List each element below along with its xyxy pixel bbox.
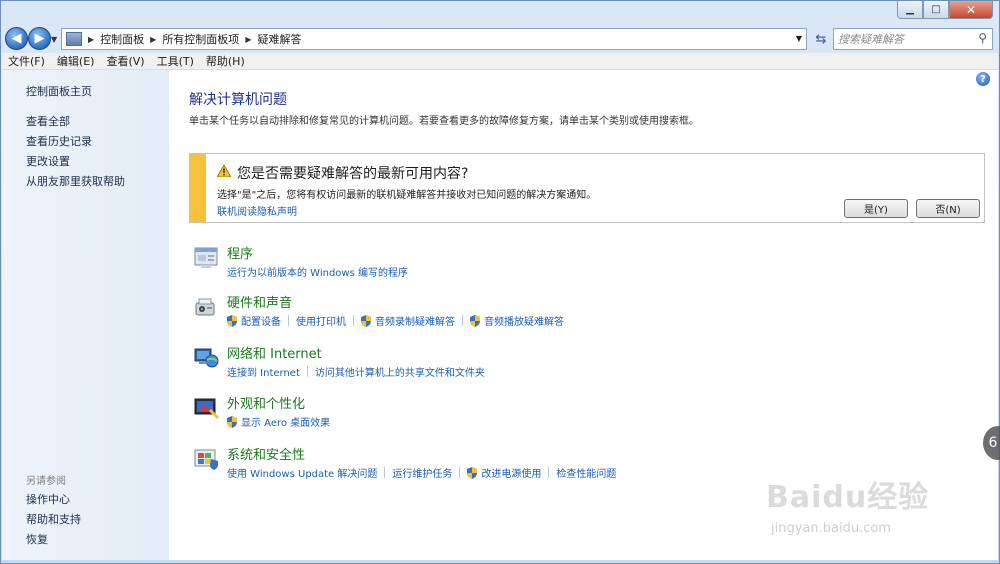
control-panel-icon bbox=[66, 32, 82, 46]
arrow-left-icon: ◀ bbox=[11, 31, 22, 46]
sidebar-link-recovery[interactable]: 恢复 bbox=[26, 531, 48, 547]
yes-button[interactable]: 是(Y) bbox=[844, 199, 908, 218]
link-connect-to-internet[interactable]: 连接到 Internet bbox=[227, 364, 300, 379]
back-button[interactable]: ◀ bbox=[5, 27, 28, 50]
sidebar-link-get-help-from-friend[interactable]: 从朋友那里获取帮助 bbox=[26, 173, 125, 189]
uac-shield-icon bbox=[470, 314, 480, 327]
category-title[interactable]: 外观和个性化 bbox=[227, 393, 305, 412]
sidebar-link-view-history[interactable]: 查看历史记录 bbox=[26, 133, 92, 149]
link-audio-playback-troubleshooter[interactable]: 音频播放疑难解答 bbox=[484, 313, 564, 328]
category-links: 显示 Aero 桌面效果 bbox=[227, 414, 330, 429]
uac-shield-icon bbox=[361, 314, 371, 327]
chevron-down-icon[interactable]: ▼ bbox=[796, 34, 802, 43]
chevron-right-icon[interactable]: ▶ bbox=[150, 35, 156, 44]
programs-icon bbox=[194, 247, 218, 268]
sidebar-link-view-all[interactable]: 查看全部 bbox=[26, 113, 70, 129]
link-separator bbox=[306, 366, 308, 377]
system-security-icon bbox=[194, 449, 218, 470]
link-separator bbox=[353, 315, 354, 326]
explorer-window: ▁ □ ✕ ◀ ▶ ▼ ▶ 控制面板 ▶ 所有控制面板项 ▶ 疑难解答 ▼ ⇆ … bbox=[0, 0, 1000, 564]
sidebar: 控制面板主页 查看全部 查看历史记录 更改设置 从朋友那里获取帮助 另请参阅 操… bbox=[2, 70, 169, 560]
breadcrumb-all-items[interactable]: 所有控制面板项 bbox=[162, 31, 239, 47]
category-links: 使用 Windows Update 解决问题 运行维护任务 改进电源使用 检查性… bbox=[227, 465, 616, 480]
uac-shield-icon bbox=[467, 466, 478, 479]
caption-buttons: ▁ □ ✕ bbox=[897, 1, 993, 19]
link-separator bbox=[462, 315, 463, 326]
no-button[interactable]: 否(N) bbox=[916, 199, 980, 218]
notice-accent-bar bbox=[190, 154, 206, 222]
watermark-url: jingyan.baidu.com bbox=[771, 521, 891, 536]
hardware-sound-icon bbox=[195, 298, 215, 316]
update-notice: 您是否需要疑难解答的最新可用内容? 选择"是"之后，您将有权访问最新的联机疑难解… bbox=[189, 153, 985, 223]
sidebar-link-help-support[interactable]: 帮助和支持 bbox=[26, 511, 81, 527]
page-title: 解决计算机问题 bbox=[189, 92, 287, 108]
menu-bar: 文件(F) 编辑(E) 查看(V) 工具(T) 帮助(H) bbox=[2, 53, 998, 70]
link-separator bbox=[384, 467, 386, 478]
breadcrumb-control-panel[interactable]: 控制面板 bbox=[100, 31, 144, 47]
address-bar[interactable]: ▶ 控制面板 ▶ 所有控制面板项 ▶ 疑难解答 ▼ bbox=[61, 28, 807, 50]
category-links: 连接到 Internet 访问其他计算机上的共享文件和文件夹 bbox=[227, 364, 485, 379]
chevron-right-icon: ▶ bbox=[88, 34, 95, 44]
link-run-older-programs[interactable]: 运行为以前版本的 Windows 编写的程序 bbox=[227, 264, 408, 279]
privacy-statement-link[interactable]: 联机阅读隐私声明 bbox=[217, 203, 297, 218]
link-access-shared-files[interactable]: 访问其他计算机上的共享文件和文件夹 bbox=[315, 364, 485, 379]
sidebar-link-action-center[interactable]: 操作中心 bbox=[26, 491, 70, 507]
category-title[interactable]: 程序 bbox=[227, 243, 253, 262]
sidebar-link-change-settings[interactable]: 更改设置 bbox=[26, 153, 70, 169]
watermark-logo: Baidu经验 bbox=[766, 480, 930, 515]
minimize-button[interactable]: ▁ bbox=[897, 1, 923, 19]
category-links: 运行为以前版本的 Windows 编写的程序 bbox=[227, 264, 408, 279]
category-title[interactable]: 网络和 Internet bbox=[227, 343, 322, 362]
baidu-watermark: Baidu经验 jingyan.baidu.com bbox=[766, 466, 996, 551]
navigation-bar: ◀ ▶ ▼ ▶ 控制面板 ▶ 所有控制面板项 ▶ 疑难解答 ▼ ⇆ 搜索疑难解答… bbox=[1, 25, 999, 53]
menu-help[interactable]: 帮助(H) bbox=[206, 53, 245, 69]
breadcrumb-troubleshooting[interactable]: 疑难解答 bbox=[257, 31, 301, 47]
menu-edit[interactable]: 编辑(E) bbox=[57, 53, 95, 69]
search-icon[interactable]: ⚲ bbox=[978, 31, 987, 45]
notice-text: 选择"是"之后，您将有权访问最新的联机疑难解答并接收对已知问题的解决方案通知。 bbox=[217, 190, 597, 201]
refresh-icon: ⇆ bbox=[815, 31, 827, 47]
category-title[interactable]: 硬件和声音 bbox=[227, 292, 292, 311]
category-title[interactable]: 系统和安全性 bbox=[227, 444, 305, 463]
link-windows-update-troubleshoot[interactable]: 使用 Windows Update 解决问题 bbox=[227, 465, 377, 480]
chevron-right-icon[interactable]: ▶ bbox=[245, 35, 251, 44]
menu-view[interactable]: 查看(V) bbox=[106, 53, 144, 69]
link-audio-recording-troubleshooter[interactable]: 音频录制疑难解答 bbox=[375, 313, 455, 328]
refresh-button[interactable]: ⇆ bbox=[811, 28, 831, 50]
see-also-heading: 另请参阅 bbox=[26, 476, 66, 487]
search-placeholder: 搜索疑难解答 bbox=[838, 33, 904, 46]
category-links: 配置设备 使用打印机 音频录制疑难解答 音频播放疑难解答 bbox=[227, 313, 564, 328]
recent-pages-dropdown[interactable]: ▼ bbox=[51, 35, 57, 44]
link-separator bbox=[548, 467, 550, 478]
uac-shield-icon bbox=[227, 415, 237, 428]
link-separator bbox=[459, 467, 461, 478]
network-icon bbox=[194, 348, 219, 368]
link-configure-device[interactable]: 配置设备 bbox=[241, 313, 281, 328]
notice-title: 您是否需要疑难解答的最新可用内容? bbox=[237, 166, 469, 182]
link-improve-power-usage[interactable]: 改进电源使用 bbox=[481, 465, 541, 480]
uac-shield-icon bbox=[227, 314, 237, 327]
menu-file[interactable]: 文件(F) bbox=[8, 53, 45, 69]
link-use-printer[interactable]: 使用打印机 bbox=[296, 313, 346, 328]
forward-button[interactable]: ▶ bbox=[28, 27, 51, 50]
warning-icon bbox=[217, 165, 231, 177]
arrow-right-icon: ▶ bbox=[34, 31, 45, 46]
page-description: 单击某个任务以自动排除和修复常见的计算机问题。若要查看更多的故障修复方案，请单击… bbox=[189, 116, 699, 127]
sidebar-link-control-panel-home[interactable]: 控制面板主页 bbox=[26, 83, 92, 99]
link-display-aero-effects[interactable]: 显示 Aero 桌面效果 bbox=[241, 414, 330, 429]
link-separator bbox=[288, 315, 289, 326]
appearance-icon bbox=[194, 398, 220, 420]
link-run-maintenance-tasks[interactable]: 运行维护任务 bbox=[392, 465, 452, 480]
close-button[interactable]: ✕ bbox=[949, 1, 993, 19]
maximize-button[interactable]: □ bbox=[923, 1, 949, 19]
search-box[interactable]: 搜索疑难解答 ⚲ bbox=[833, 28, 993, 50]
link-check-performance[interactable]: 检查性能问题 bbox=[556, 465, 616, 480]
menu-tools[interactable]: 工具(T) bbox=[157, 53, 194, 69]
